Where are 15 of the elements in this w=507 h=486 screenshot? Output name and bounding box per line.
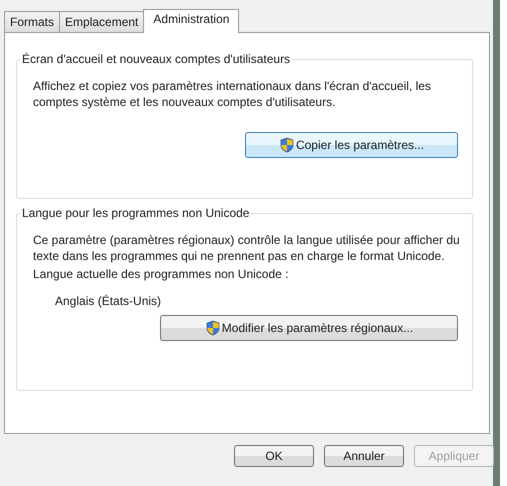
description-text: Affichez et copiez vos paramètres internationaux dans l'écran d'accueil, les comptes système et les nouveaux comptes d'utilisateurs. (33, 78, 432, 110)
shield-icon (204, 320, 221, 336)
group-title: Écran d'accueil et nouveaux comptes d'utilisateurs (20, 52, 292, 67)
shield-button[interactable]: Copier les paramètres... (245, 132, 458, 158)
tab[interactable]: Formats (4, 11, 60, 32)
group-title: Langue pour les programmes non Unicode (20, 206, 252, 221)
tab[interactable]: Administration (143, 9, 240, 33)
current-language-label: Langue actuelle des programmes non Unicode : (33, 266, 290, 282)
shield-button[interactable]: Modifier les paramètres régionaux... (160, 315, 458, 341)
shield-icon (278, 137, 295, 153)
current-language-value: Anglais (États-Unis) (55, 293, 162, 309)
dialog-button[interactable]: Annuler (324, 445, 404, 467)
description-text: Ce paramètre (paramètres régionaux) contrôle la langue utilisée pour afficher du texte dans les programmes qui ne prennent pas en charge le format Unicode. (33, 232, 461, 264)
tab[interactable]: Emplacement (59, 11, 144, 32)
dialog-button[interactable]: OK (234, 445, 314, 467)
